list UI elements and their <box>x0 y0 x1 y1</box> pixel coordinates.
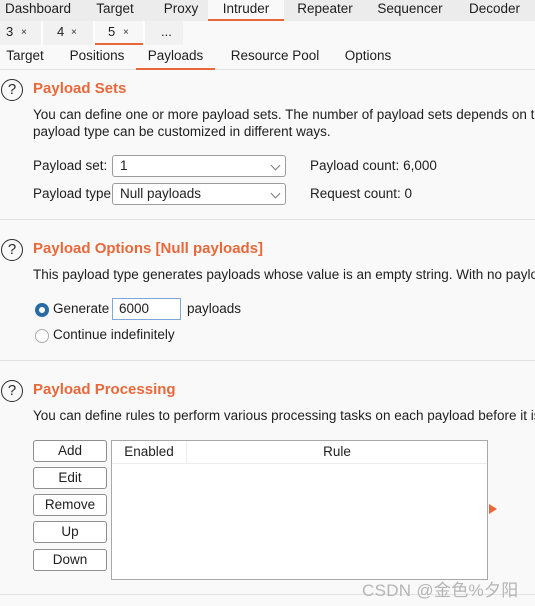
continue-indefinitely-label: Continue indefinitely <box>53 327 175 342</box>
watermark: CSDN @金色%夕阳 <box>362 581 519 600</box>
request-count: Request count: 0 <box>310 186 413 201</box>
move-down-button[interactable]: Down <box>33 549 107 571</box>
help-icon[interactable]: ? <box>1 380 23 402</box>
tab-dashboard[interactable]: Dashboard <box>0 0 76 21</box>
continue-indefinitely-radio[interactable] <box>35 329 49 343</box>
payload-processing-description: You can define rules to perform various … <box>33 408 535 423</box>
tab-intruder-target[interactable]: Target <box>0 45 50 69</box>
payload-count: Payload count: 6,000 <box>310 158 437 173</box>
attack-tab-bar: 3 × 4 × 5 × ... <box>0 21 535 45</box>
payload-type-select[interactable]: Null payloads <box>112 183 286 205</box>
generate-suffix-label: payloads <box>187 301 242 316</box>
payload-processing-title: Payload Processing <box>33 381 176 398</box>
remove-rule-button[interactable]: Remove <box>33 494 107 516</box>
payload-sets-title: Payload Sets <box>33 80 127 97</box>
attack-tab-number: 4 <box>57 24 65 39</box>
tab-proxy[interactable]: Proxy <box>154 0 208 21</box>
attack-tab-number: 3 <box>6 24 14 39</box>
column-header-enabled[interactable]: Enabled <box>112 441 187 463</box>
payload-sets-description-line2: payload type can be customized in differ… <box>33 124 331 139</box>
tab-payloads[interactable]: Payloads <box>136 45 215 70</box>
help-icon[interactable]: ? <box>1 79 23 101</box>
payload-options-description: This payload type generates payloads who… <box>33 267 535 282</box>
payload-set-select[interactable]: 1 <box>112 155 286 177</box>
payload-sets-description-line1: You can define one or more payload sets.… <box>33 107 535 122</box>
more-tabs-label: ... <box>161 24 172 39</box>
attack-tab-3[interactable]: 3 × <box>0 21 43 45</box>
payload-type-label: Payload type: <box>33 186 115 201</box>
section-divider <box>0 219 535 220</box>
main-tab-bar: Dashboard Target Proxy Intruder Repeater… <box>0 0 535 21</box>
attack-tab-number: 5 <box>108 24 116 39</box>
table-header: Enabled Rule <box>112 441 487 464</box>
section-divider <box>0 360 535 361</box>
tab-intruder[interactable]: Intruder <box>208 0 284 21</box>
generate-label: Generate <box>53 301 110 316</box>
processing-rules-table[interactable]: Enabled Rule <box>111 440 488 580</box>
close-icon[interactable]: × <box>71 22 77 44</box>
help-icon[interactable]: ? <box>1 239 23 261</box>
add-rule-button[interactable]: Add <box>33 440 107 462</box>
generate-count-input[interactable]: 6000 <box>112 298 181 320</box>
column-header-rule[interactable]: Rule <box>187 441 487 463</box>
payload-set-label: Payload set: <box>33 158 108 173</box>
chevron-down-icon <box>270 160 281 171</box>
tab-resource-pool[interactable]: Resource Pool <box>227 45 323 69</box>
tab-options[interactable]: Options <box>337 45 399 69</box>
close-icon[interactable]: × <box>21 22 27 44</box>
attack-tab-5[interactable]: 5 × <box>95 21 145 45</box>
attack-tab-4[interactable]: 4 × <box>43 21 95 45</box>
payload-options-title: Payload Options [Null payloads] <box>33 240 264 257</box>
close-icon[interactable]: × <box>123 22 129 44</box>
tab-repeater[interactable]: Repeater <box>284 0 366 21</box>
generate-radio[interactable] <box>35 303 49 317</box>
expand-arrow-icon[interactable] <box>489 504 497 514</box>
tab-decoder[interactable]: Decoder <box>454 0 535 21</box>
tab-target[interactable]: Target <box>76 0 154 21</box>
payload-set-value: 1 <box>120 158 128 173</box>
move-up-button[interactable]: Up <box>33 521 107 543</box>
new-attack-tab[interactable]: ... <box>145 21 183 45</box>
intruder-tab-bar: Target Positions Payloads Resource Pool … <box>0 45 535 70</box>
tab-sequencer[interactable]: Sequencer <box>366 0 454 21</box>
edit-rule-button[interactable]: Edit <box>33 467 107 489</box>
tab-positions[interactable]: Positions <box>62 45 132 69</box>
payload-type-value: Null payloads <box>120 186 202 201</box>
chevron-down-icon <box>270 188 281 199</box>
